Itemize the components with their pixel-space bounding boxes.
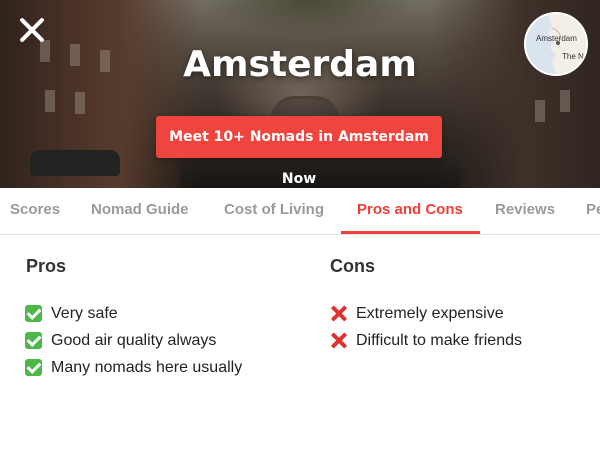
- tab-nomad-guide[interactable]: Nomad Guide: [91, 188, 189, 232]
- active-tab-indicator: [341, 231, 480, 234]
- pros-item-text: Many nomads here usually: [51, 359, 243, 376]
- cons-heading: Cons: [330, 256, 375, 276]
- tab-cost-of-living[interactable]: Cost of Living: [224, 188, 324, 232]
- location-map-thumbnail[interactable]: Amsterdam The Netherl: [524, 12, 588, 76]
- meet-nomads-button[interactable]: Meet 10+ Nomads in Amsterdam Now: [156, 116, 442, 187]
- check-mark-icon: [25, 359, 42, 376]
- check-mark-icon: [25, 332, 42, 349]
- section-tabs: Scores Nomad Guide Cost of Living Pros a…: [0, 188, 600, 235]
- city-hero: Amsterdam Meet 10+ Nomads in Amsterdam N…: [0, 0, 600, 188]
- pros-item-text: Good air quality always: [51, 332, 217, 349]
- map-city-label: Amsterdam: [536, 34, 577, 43]
- cross-mark-icon: [330, 332, 347, 349]
- tab-scores[interactable]: Scores: [10, 188, 60, 232]
- cons-item-text: Difficult to make friends: [356, 332, 522, 349]
- pros-heading: Pros: [26, 256, 67, 276]
- cons-item-text: Extremely expensive: [356, 305, 504, 322]
- tab-reviews[interactable]: Reviews: [495, 188, 555, 232]
- check-mark-icon: [25, 305, 42, 322]
- map-land-shape: [548, 14, 586, 74]
- tab-pros-and-cons[interactable]: Pros and Cons: [357, 188, 463, 232]
- pros-item-text: Very safe: [51, 305, 118, 322]
- tab-people-partial[interactable]: Pe: [586, 188, 600, 232]
- map-country-label: The Netherl: [562, 52, 588, 61]
- cross-mark-icon: [330, 305, 347, 322]
- close-button[interactable]: [18, 16, 46, 44]
- city-title: Amsterdam: [183, 44, 417, 85]
